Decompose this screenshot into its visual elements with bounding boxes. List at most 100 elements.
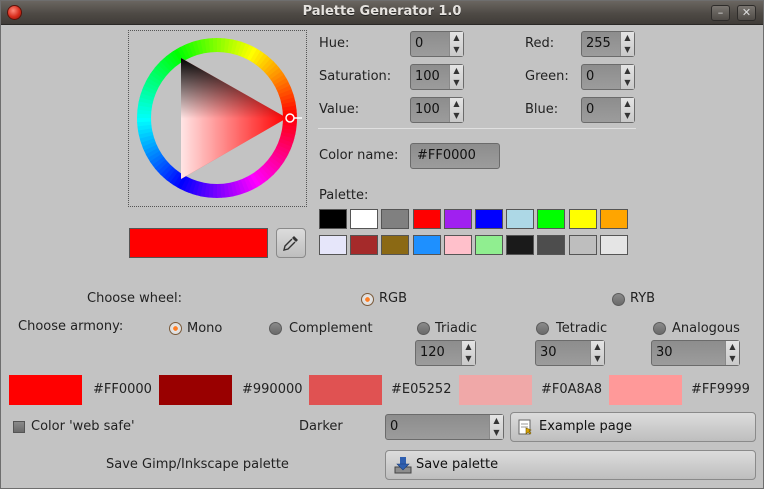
palette-grid [319, 209, 637, 261]
value-value: 100 [415, 102, 440, 117]
generated-hex-3: #E05252 [391, 382, 452, 397]
palette-swatch[interactable] [537, 235, 566, 255]
save-download-icon [394, 457, 412, 474]
palette-swatch[interactable] [350, 235, 379, 255]
radio-triadic-label: Triadic [435, 321, 477, 336]
triadic-spinner[interactable]: 120 ▲ ▼ [415, 340, 476, 366]
spin-up-icon[interactable]: ▲ [462, 341, 475, 353]
save-palette-description: Save Gimp/Inkscape palette [106, 457, 289, 472]
palette-swatch[interactable] [599, 235, 628, 255]
palette-swatch[interactable] [319, 235, 347, 255]
spin-up-icon[interactable]: ▲ [621, 65, 634, 77]
spin-down-icon[interactable]: ▼ [450, 77, 463, 89]
radio-rgb-label: RGB [379, 291, 408, 306]
radio-tetradic[interactable] [536, 322, 549, 335]
saturation-value: 100 [415, 69, 440, 84]
spin-down-icon[interactable]: ▼ [462, 353, 475, 365]
spin-up-icon[interactable]: ▲ [726, 341, 739, 353]
blue-spinner[interactable]: 0 ▲ ▼ [581, 97, 635, 123]
separator [318, 128, 636, 129]
tetradic-spinner[interactable]: 30 ▲ ▼ [535, 340, 605, 366]
spin-up-icon[interactable]: ▲ [450, 32, 463, 44]
spin-down-icon[interactable]: ▼ [591, 353, 604, 365]
palette-swatch[interactable] [506, 235, 535, 255]
palette-swatch[interactable] [319, 209, 347, 229]
spin-down-icon[interactable]: ▼ [621, 110, 634, 122]
save-palette-label: Save palette [416, 457, 499, 472]
palette-swatch[interactable] [350, 209, 379, 229]
palette-swatch[interactable] [475, 209, 503, 229]
palette-label: Palette: [319, 188, 369, 203]
generated-hex-5: #FF9999 [691, 382, 750, 397]
eyedropper-icon [283, 236, 298, 251]
radio-analogous[interactable] [653, 322, 666, 335]
palette-swatch[interactable] [443, 209, 472, 229]
radio-rgb[interactable] [361, 293, 374, 306]
spin-up-icon[interactable]: ▲ [450, 65, 463, 77]
spin-up-icon[interactable]: ▲ [621, 32, 634, 44]
palette-swatch[interactable] [599, 209, 628, 229]
tetradic-value: 30 [540, 345, 557, 360]
saturation-spinner[interactable]: 100 ▲ ▼ [410, 64, 464, 90]
palette-swatch[interactable] [412, 235, 441, 255]
spin-up-icon[interactable]: ▲ [621, 98, 634, 110]
palette-swatch[interactable] [443, 235, 472, 255]
example-page-button[interactable]: Example page [510, 412, 756, 442]
spin-down-icon[interactable]: ▼ [450, 44, 463, 56]
palette-swatch[interactable] [568, 235, 597, 255]
spin-down-icon[interactable]: ▼ [621, 44, 634, 56]
spin-up-icon[interactable]: ▲ [591, 341, 604, 353]
eyedropper-button[interactable] [276, 228, 306, 258]
color-wheel[interactable] [129, 31, 306, 206]
blue-label: Blue: [525, 102, 559, 117]
example-page-label: Example page [539, 419, 632, 434]
palette-swatch[interactable] [537, 209, 566, 229]
radio-complement[interactable] [269, 322, 282, 335]
palette-swatch[interactable] [506, 209, 535, 229]
saturation-label: Saturation: [319, 69, 392, 84]
save-palette-button[interactable]: Save palette [385, 450, 756, 480]
web-safe-label: Color 'web safe' [31, 419, 135, 434]
radio-mono[interactable] [169, 322, 182, 335]
palette-swatch[interactable] [381, 209, 410, 229]
triadic-value: 120 [420, 345, 445, 360]
spin-down-icon[interactable]: ▼ [726, 353, 739, 365]
radio-complement-label: Complement [289, 321, 373, 336]
value-spinner[interactable]: 100 ▲ ▼ [410, 97, 464, 123]
color-wheel-frame [128, 30, 307, 207]
generated-hex-2: #990000 [242, 382, 303, 397]
palette-swatch[interactable] [475, 235, 503, 255]
spin-up-icon[interactable]: ▲ [450, 98, 463, 110]
close-button[interactable]: ✕ [737, 5, 756, 21]
hue-spinner[interactable]: 0 ▲ ▼ [410, 31, 464, 57]
analogous-value: 30 [656, 345, 673, 360]
web-safe-checkbox[interactable] [13, 421, 25, 433]
radio-analogous-label: Analogous [672, 321, 740, 336]
radio-ryb-label: RYB [630, 291, 656, 306]
generated-swatch-3 [309, 375, 382, 405]
spin-up-icon[interactable]: ▲ [490, 415, 503, 427]
color-name-label: Color name: [319, 148, 399, 163]
palette-swatch[interactable] [568, 209, 597, 229]
palette-swatch[interactable] [381, 235, 410, 255]
hue-label: Hue: [319, 36, 350, 51]
spin-down-icon[interactable]: ▼ [490, 427, 503, 439]
radio-triadic[interactable] [417, 322, 430, 335]
darker-spinner[interactable]: 0 ▲ ▼ [385, 414, 504, 440]
minimize-icon: – [717, 6, 724, 19]
close-icon: ✕ [741, 6, 752, 19]
red-label: Red: [525, 36, 555, 51]
spin-down-icon[interactable]: ▼ [450, 110, 463, 122]
radio-ryb[interactable] [612, 293, 625, 306]
minimize-button[interactable]: – [711, 5, 730, 21]
color-name-input[interactable]: #FF0000 [410, 143, 500, 169]
window-title: Palette Generator 1.0 [302, 4, 462, 19]
radio-mono-label: Mono [187, 321, 223, 336]
value-label: Value: [319, 102, 360, 117]
green-value: 0 [586, 69, 595, 84]
spin-down-icon[interactable]: ▼ [621, 77, 634, 89]
palette-swatch[interactable] [412, 209, 441, 229]
red-spinner[interactable]: 255 ▲ ▼ [581, 31, 635, 57]
analogous-spinner[interactable]: 30 ▲ ▼ [651, 340, 740, 366]
green-spinner[interactable]: 0 ▲ ▼ [581, 64, 635, 90]
